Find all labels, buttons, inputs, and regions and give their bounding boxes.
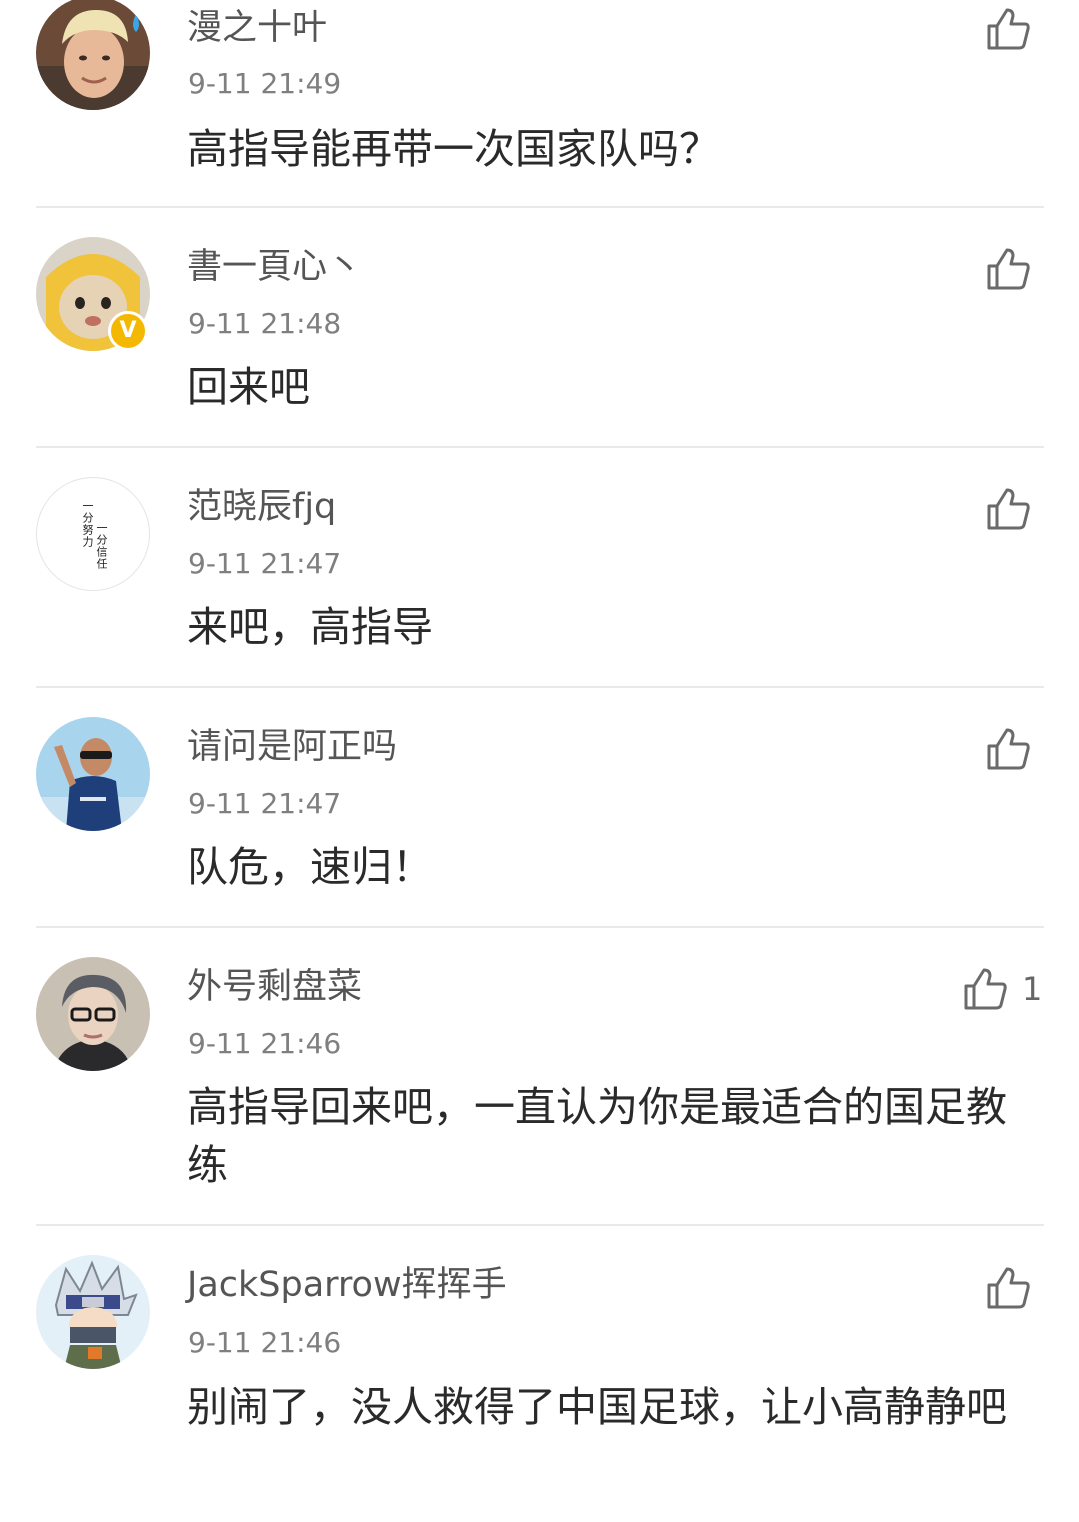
like-button[interactable] [985,724,1045,774]
comment-timestamp: 9-11 21:47 [188,547,342,580]
comment-timestamp: 9-11 21:46 [188,1326,342,1359]
avatar[interactable] [36,1255,150,1369]
thumbs-up-icon [985,726,1031,772]
comment-username[interactable]: 请问是阿正吗 [187,725,397,769]
thumbs-up-icon [985,486,1031,532]
avatar-motto: 一分努力 一分信任 [37,478,149,590]
thumbs-up-icon [985,1265,1031,1311]
like-button[interactable] [985,4,1045,54]
comment-timestamp: 9-11 21:46 [188,1027,342,1060]
comment-username[interactable]: 漫之十叶 [187,6,327,50]
avatar[interactable] [36,0,150,110]
comment-text: 高指导能再带一次国家队吗？ [187,125,720,173]
divider [36,446,1044,448]
avatar[interactable] [36,717,150,831]
comment-text: 别闹了，没人救得了中国足球，让小高静静吧 [187,1383,1007,1431]
comment-text: 高指导回来吧，一直认为你是最适合的国足教练 [187,1083,1007,1189]
comment-timestamp: 9-11 21:49 [188,67,342,100]
motto-line: 一分努力 [81,500,94,548]
comment-text: 回来吧 [187,363,310,411]
comment-text: 来吧，高指导 [187,603,433,651]
comment-timestamp: 9-11 21:48 [188,307,342,340]
like-button[interactable] [985,244,1045,294]
like-button[interactable] [985,1263,1045,1313]
thumbs-up-icon [985,6,1031,52]
like-button[interactable] [985,484,1045,534]
comment-timestamp: 9-11 21:47 [188,787,342,820]
thumbs-up-icon [962,966,1008,1012]
divider [36,206,1044,208]
comment-username[interactable]: 書一頁心丶 [187,245,362,289]
verified-badge: V [108,311,148,351]
avatar[interactable] [36,957,150,1071]
comment-text: 队危，速归！ [187,843,433,891]
like-button[interactable]: 1 [962,964,1042,1014]
thumbs-up-icon [985,246,1031,292]
divider [36,926,1044,928]
divider [36,1224,1044,1226]
divider [36,686,1044,688]
avatar[interactable]: 一分努力 一分信任 [36,477,150,591]
comment-username[interactable]: 外号剩盘菜 [187,965,362,1009]
motto-line: 一分信任 [95,522,108,570]
comment-username[interactable]: 范晓辰fjq [187,485,336,529]
like-count: 1 [1022,970,1043,1008]
comment-username[interactable]: JackSparrow挥挥手 [187,1263,507,1307]
